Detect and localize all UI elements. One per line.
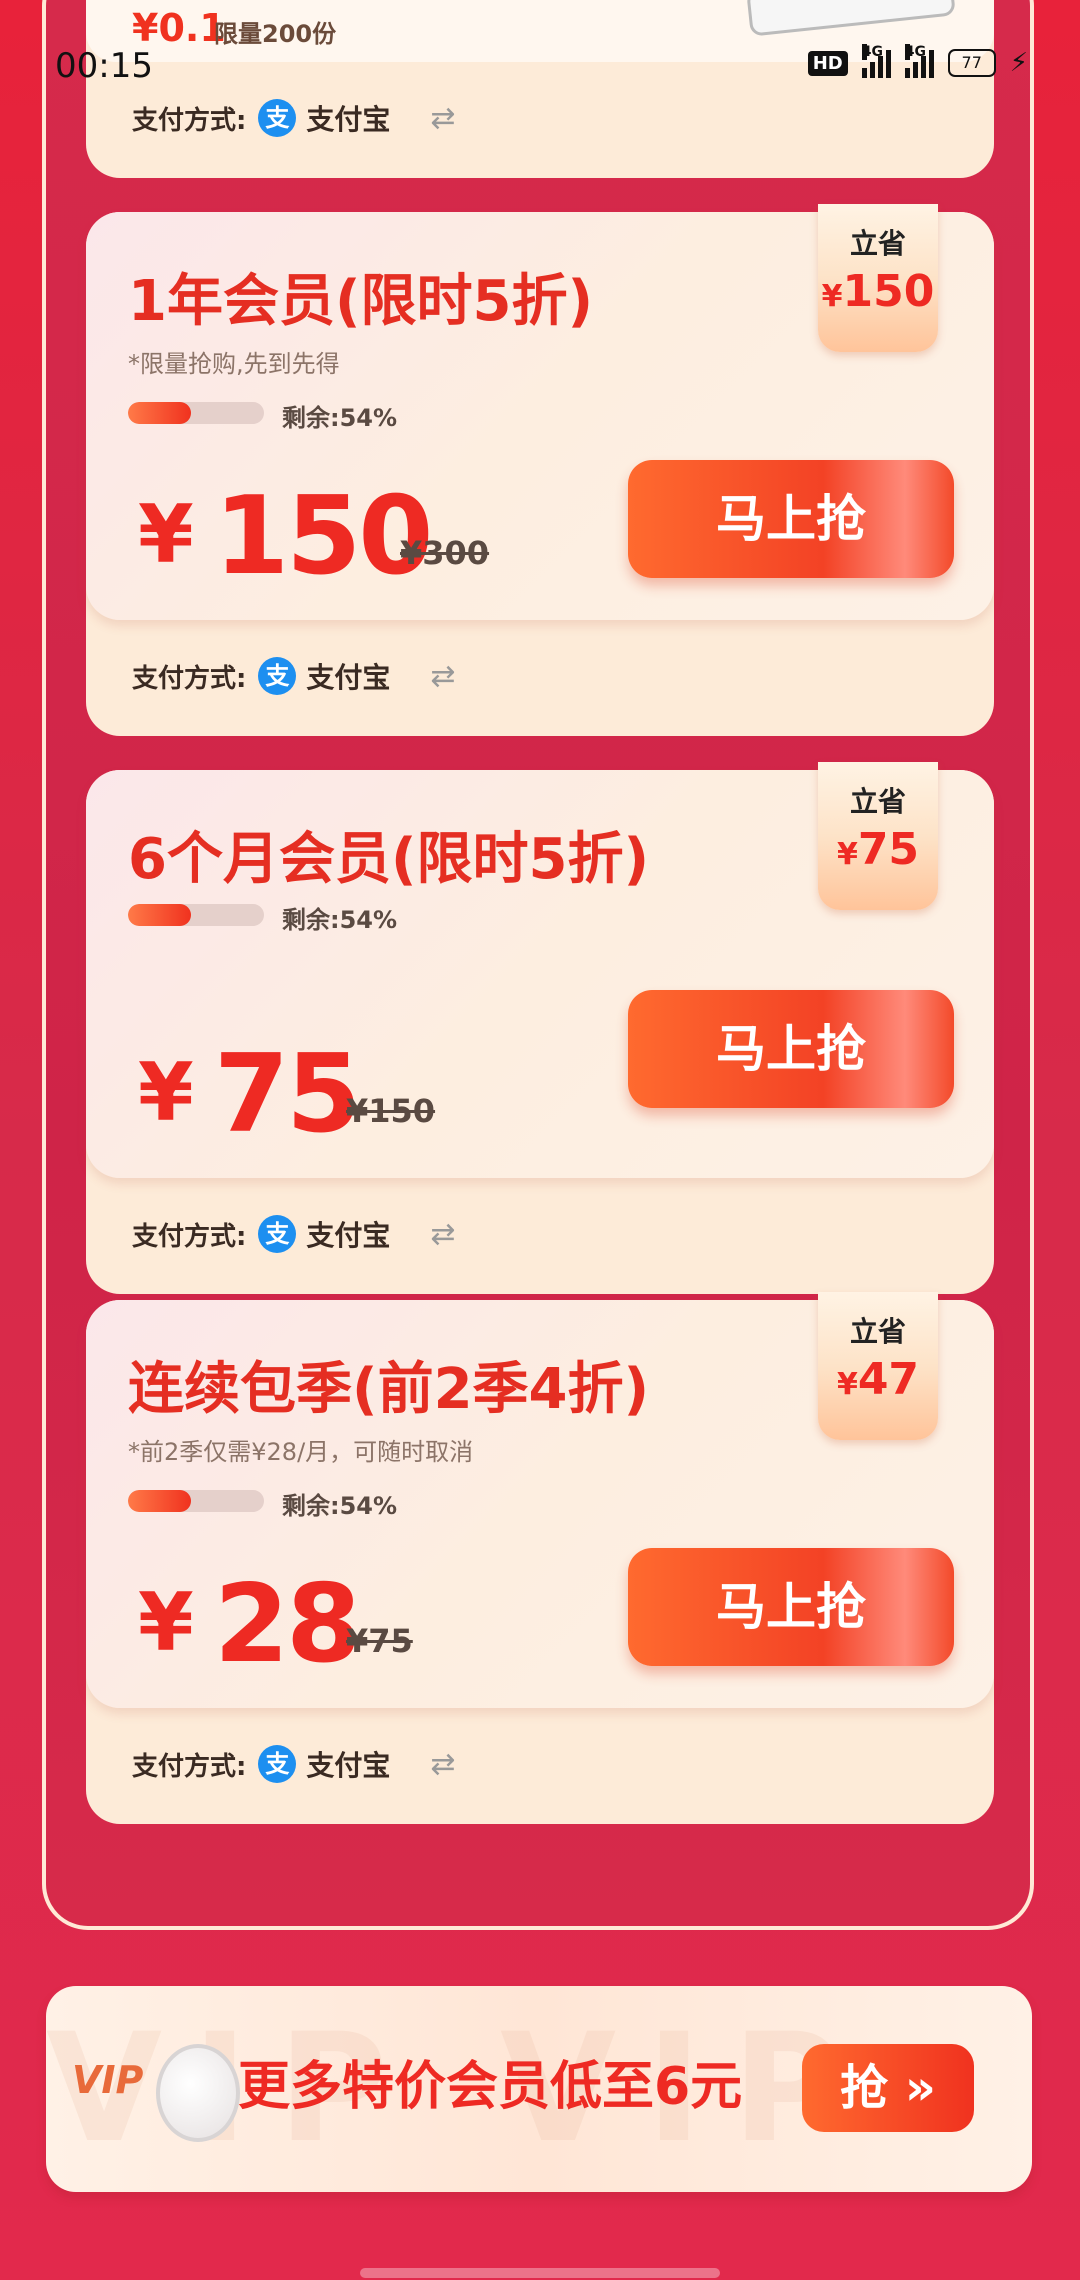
save-currency: ¥ (821, 279, 843, 314)
network-2-label: 4G (904, 44, 926, 60)
banner-text: 更多特价会员低至6元 (238, 2057, 743, 2117)
save-amount: 150 (842, 266, 935, 317)
save-tag: 立省 ¥150 (818, 204, 938, 352)
signal-2-icon: 4G (904, 44, 934, 78)
payment-row[interactable]: 支付方式: 支 支付宝 ⇄ (132, 96, 456, 140)
offer-title: 6个月会员(限时5折) (128, 827, 650, 892)
stock-progress-bar (128, 904, 264, 926)
hd-voice-icon: HD (807, 50, 848, 76)
save-tag-amount: ¥47 (818, 1354, 938, 1405)
offer-note: *前2季仅需¥28/月，可随时取消 (128, 1438, 474, 1466)
price-currency: ¥ (138, 1046, 194, 1139)
vip-label: VIP (72, 2058, 144, 2102)
stock-progress-bar (128, 402, 264, 424)
offer-title: 连续包季(前2季4折) (128, 1357, 650, 1422)
offer-card-1year[interactable]: 1年会员(限时5折) *限量抢购,先到先得 剩余:54% ¥ 150 ¥300 … (86, 204, 994, 736)
grab-now-button[interactable]: 马上抢 (628, 990, 954, 1108)
alipay-icon: 支 (258, 1745, 297, 1783)
offer-main: 连续包季(前2季4折) *前2季仅需¥28/月，可随时取消 剩余:54% ¥ 2… (86, 1292, 994, 1708)
status-icons: HD 4G 4G 77 ⚡ (807, 44, 1028, 78)
swap-icon[interactable]: ⇄ (430, 101, 455, 136)
save-amount: 75 (857, 824, 920, 875)
offer-card-6months[interactable]: 6个月会员(限时5折) 剩余:54% ¥ 75 ¥150 马上抢 立省 ¥75 … (86, 762, 994, 1294)
stock-progress-fill (128, 1490, 191, 1512)
save-tag-label: 立省 (849, 1315, 906, 1348)
stock-remaining: 剩余:54% (282, 404, 398, 432)
payment-row[interactable]: 支付方式: 支 支付宝 ⇄ (132, 654, 456, 698)
payment-label: 支付方式: (132, 105, 247, 136)
original-price: ¥300 (400, 534, 490, 572)
save-currency: ¥ (836, 1367, 858, 1402)
payment-method: 支付宝 (306, 661, 391, 694)
price-value: 28 (214, 1562, 361, 1687)
alipay-icon: 支 (258, 1215, 297, 1253)
swap-icon[interactable]: ⇄ (430, 1217, 455, 1252)
network-1-label: 4G (861, 44, 883, 60)
price-currency: ¥ (138, 488, 194, 581)
stock-remaining: 剩余:54% (282, 1492, 398, 1520)
vip-orb-icon (156, 2044, 240, 2142)
payment-method: 支付宝 (306, 1219, 391, 1252)
payment-row[interactable]: 支付方式: 支 支付宝 ⇄ (132, 1742, 456, 1786)
signal-1-icon: 4G (861, 44, 891, 78)
price-value: 75 (214, 1032, 361, 1157)
home-indicator[interactable] (360, 2268, 720, 2278)
stock-progress-fill (128, 402, 191, 424)
payment-method: 支付宝 (306, 1749, 391, 1782)
alipay-icon: 支 (258, 657, 297, 695)
original-price: ¥150 (346, 1092, 436, 1130)
save-tag: 立省 ¥47 (818, 1292, 938, 1440)
payment-row[interactable]: 支付方式: 支 支付宝 ⇄ (132, 1212, 456, 1256)
battery-icon: 77 (947, 49, 996, 77)
payment-label: 支付方式: (132, 1751, 247, 1782)
price-currency: ¥ (138, 1576, 194, 1669)
save-tag-label: 立省 (849, 227, 906, 260)
offer-main: 1年会员(限时5折) *限量抢购,先到先得 剩余:54% ¥ 150 ¥300 … (86, 204, 994, 620)
stock-progress-fill (128, 904, 191, 926)
offer-title: 1年会员(限时5折) (128, 269, 594, 334)
coupon-illustration (746, 0, 956, 37)
grab-now-button[interactable]: 马上抢 (628, 1548, 954, 1666)
payment-label: 支付方式: (132, 663, 247, 694)
banner-grab-button[interactable]: 抢 » (802, 2044, 974, 2132)
save-currency: ¥ (836, 837, 858, 872)
swap-icon[interactable]: ⇄ (430, 659, 455, 694)
alipay-icon: 支 (258, 99, 297, 137)
more-offers-banner[interactable]: VIP VIP VIP 更多特价会员低至6元 抢 » (46, 1986, 1032, 2192)
vip-badge: VIP (72, 2044, 240, 2142)
original-price: ¥75 (346, 1622, 413, 1660)
offer-card-quarterly[interactable]: 连续包季(前2季4折) *前2季仅需¥28/月，可随时取消 剩余:54% ¥ 2… (86, 1292, 994, 1824)
grab-now-button[interactable]: 马上抢 (628, 460, 954, 578)
swap-icon[interactable]: ⇄ (430, 1747, 455, 1782)
save-amount: 47 (857, 1354, 920, 1405)
stock-remaining: 剩余:54% (282, 906, 398, 934)
payment-method: 支付宝 (306, 103, 391, 136)
payment-label: 支付方式: (132, 1221, 247, 1252)
status-bar: 00:15 HD 4G 4G 77 ⚡ (0, 40, 1080, 96)
price-value: 150 (214, 474, 433, 599)
save-tag-label: 立省 (849, 785, 906, 818)
save-tag: 立省 ¥75 (818, 762, 938, 910)
offer-note: *限量抢购,先到先得 (128, 350, 340, 378)
save-tag-amount: ¥75 (818, 824, 938, 875)
charging-bolt-icon: ⚡ (1009, 48, 1028, 78)
stock-progress-bar (128, 1490, 264, 1512)
offer-main: 6个月会员(限时5折) 剩余:54% ¥ 75 ¥150 马上抢 立省 ¥75 (86, 762, 994, 1178)
status-time: 00:15 (55, 46, 153, 86)
save-tag-amount: ¥150 (818, 266, 938, 317)
